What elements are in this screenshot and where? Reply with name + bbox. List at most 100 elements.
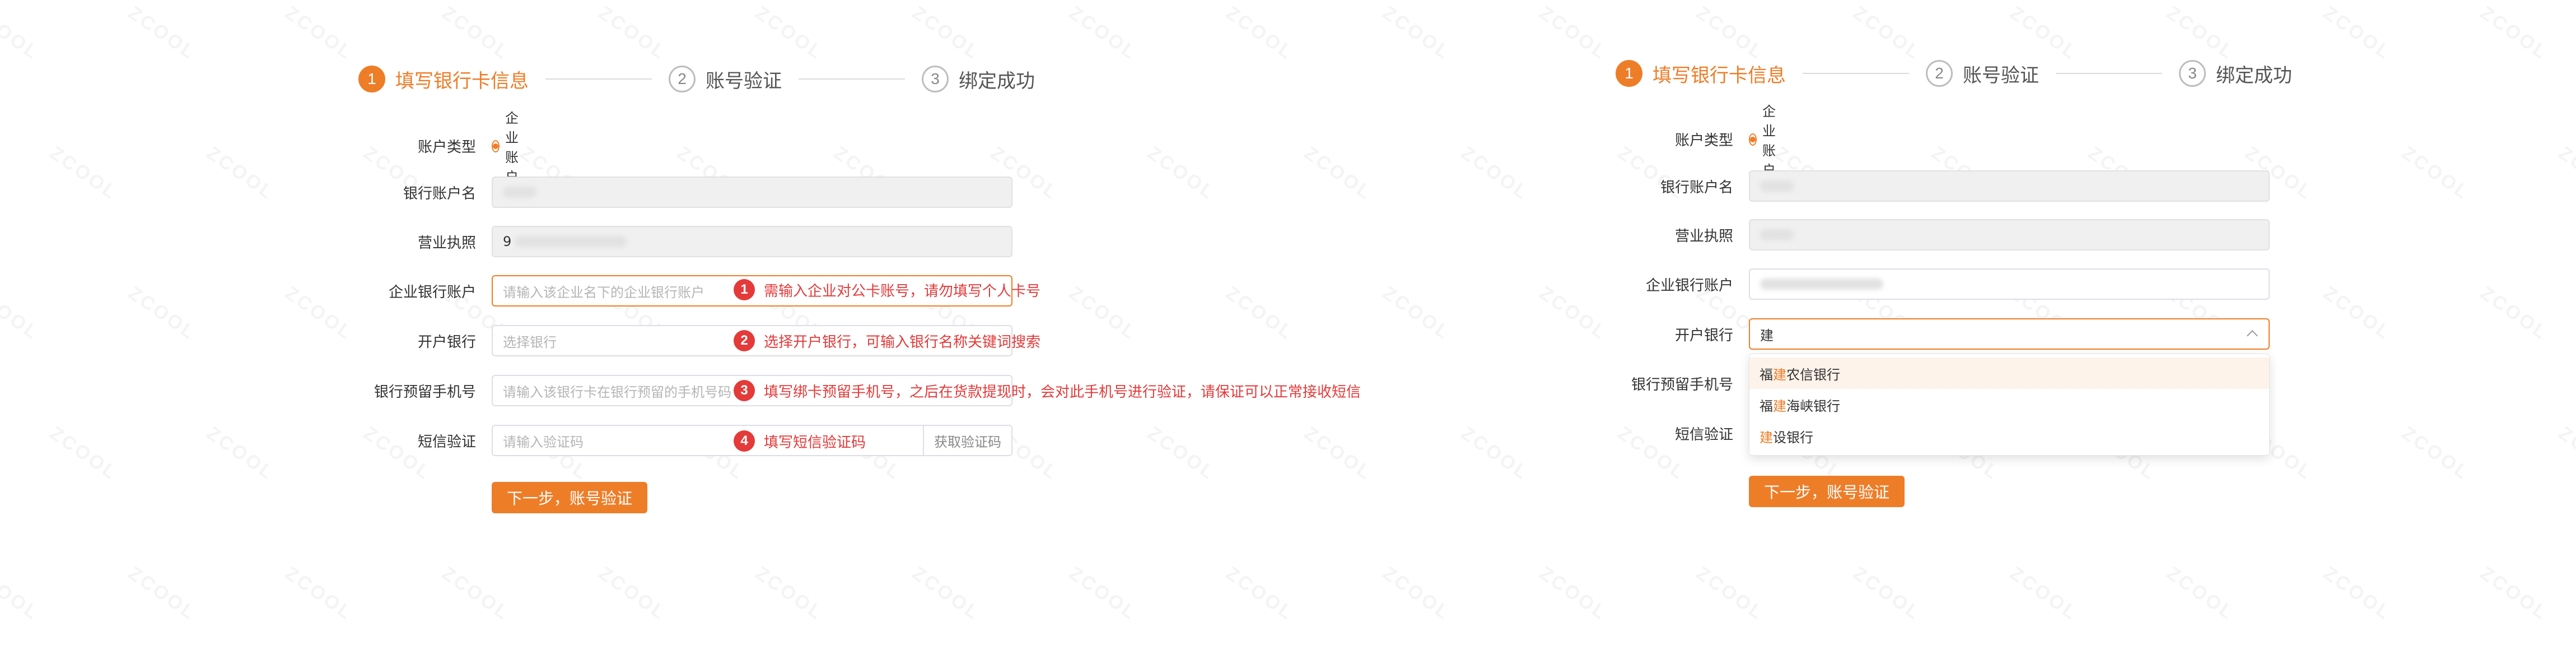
account-name-label: 银行账户名 bbox=[1660, 179, 1733, 196]
license-row: 营业执照 9 bbox=[358, 225, 1012, 258]
annotation-2: 2 选择开户银行，可输入银行名称关键词搜索 bbox=[734, 330, 1040, 351]
bank-row: 开户银行 选择银行 bbox=[358, 324, 1012, 358]
next-step-button[interactable]: 下一步，账号验证 bbox=[1749, 476, 1905, 507]
bank-row: 开户银行 建 bbox=[1616, 317, 2270, 351]
dropdown-option[interactable]: 建设银行 bbox=[1749, 420, 2269, 452]
annotation-text: 填写绑卡预留手机号，之后在货款提现时，会对此手机号进行验证，请保证可以正常接收短… bbox=[764, 383, 1361, 401]
bank-label: 开户银行 bbox=[1674, 327, 1733, 344]
left-panel-form-annotated: 1 填写银行卡信息 2 账号验证 3 绑定成功 账户类型 企业账户 银行账户名 … bbox=[358, 0, 1422, 659]
license-label: 营业执照 bbox=[417, 234, 476, 252]
watermark-text: ZCOOL bbox=[2554, 423, 2576, 485]
watermark-text: ZCOOL bbox=[281, 282, 357, 345]
account-type-radio[interactable]: 企业账户 bbox=[1749, 104, 1780, 178]
watermark-text: ZCOOL bbox=[281, 2, 357, 65]
radio-checked-icon bbox=[492, 140, 500, 152]
license-label: 营业执照 bbox=[1674, 228, 1733, 245]
step-2: 2 账号验证 bbox=[669, 66, 782, 93]
step-connector bbox=[1803, 73, 1909, 74]
bank-account-row: 企业银行账户 bbox=[1616, 267, 2270, 301]
account-name-row: 银行账户名 bbox=[1616, 169, 2270, 203]
watermark-text: ZCOOL bbox=[1535, 2, 1612, 65]
step-indicator: 1 填写银行卡信息 2 账号验证 3 绑定成功 bbox=[1616, 57, 2292, 90]
step-connector bbox=[2056, 73, 2162, 74]
account-type-label: 账户类型 bbox=[1674, 132, 1733, 149]
bank-search-select[interactable]: 建 bbox=[1749, 318, 2270, 350]
step-3: 3 绑定成功 bbox=[922, 66, 1035, 93]
sms-label: 短信验证 bbox=[417, 433, 476, 451]
option-highlight: 建 bbox=[1773, 366, 1786, 383]
chevron-up-icon[interactable] bbox=[2247, 330, 2258, 341]
annotation-1: 1 需输入企业对公卡账号，请勿填写个人卡号 bbox=[734, 279, 1040, 300]
sms-row: 短信验证 请输入验证码 获取验证码 bbox=[358, 424, 1012, 457]
option-text: 福 bbox=[1760, 366, 1773, 383]
watermark-text: ZCOOL bbox=[0, 2, 44, 65]
option-highlight: 建 bbox=[1773, 398, 1786, 414]
annotation-number: 3 bbox=[734, 380, 755, 401]
watermark-text: ZCOOL bbox=[2476, 563, 2552, 625]
annotation-number: 1 bbox=[734, 279, 755, 300]
license-input bbox=[1749, 219, 2270, 250]
step-1-number: 1 bbox=[1616, 60, 1642, 87]
blurred-value bbox=[1760, 229, 1794, 240]
license-row: 营业执照 bbox=[1616, 218, 2270, 252]
watermark-text: ZCOOL bbox=[2476, 282, 2552, 345]
watermark-text: ZCOOL bbox=[124, 2, 200, 65]
watermark-text: ZCOOL bbox=[0, 282, 44, 345]
bank-search-query: 建 bbox=[1760, 327, 1774, 344]
annotation-text: 选择开户银行，可输入银行名称关键词搜索 bbox=[764, 333, 1041, 351]
watermark-text: ZCOOL bbox=[2476, 2, 2552, 65]
right-panel-bank-search: 1 填写银行卡信息 2 账号验证 3 绑定成功 账户类型 企业账户 银行账户名 … bbox=[1616, 0, 2411, 659]
dropdown-option[interactable]: 福建农信银行 bbox=[1749, 358, 2269, 389]
bank-account-label: 企业银行账户 bbox=[1645, 277, 1733, 294]
dropdown-option[interactable]: 福建海峡银行 bbox=[1749, 389, 2269, 420]
get-code-button[interactable]: 获取验证码 bbox=[923, 426, 1011, 455]
blurred-value bbox=[1760, 180, 1794, 192]
watermark-text: ZCOOL bbox=[1535, 282, 1612, 345]
bank-account-label: 企业银行账户 bbox=[388, 284, 476, 301]
annotation-number: 2 bbox=[734, 330, 755, 351]
bank-account-input[interactable] bbox=[1749, 268, 2270, 300]
phone-row: 银行预留手机号 bbox=[1616, 366, 1733, 400]
step-1-label: 填写银行卡信息 bbox=[395, 69, 529, 92]
annotation-3: 3 填写绑卡预留手机号，之后在货款提现时，会对此手机号进行验证，请保证可以正常接… bbox=[734, 380, 1361, 401]
step-1: 1 填写银行卡信息 bbox=[1616, 60, 1786, 87]
radio-checked-icon bbox=[1749, 133, 1757, 146]
sms-label: 短信验证 bbox=[1674, 426, 1733, 443]
step-connector bbox=[545, 78, 652, 80]
sms-placeholder: 请输入验证码 bbox=[503, 434, 584, 450]
step-3: 3 绑定成功 bbox=[2179, 60, 2292, 87]
sms-row: 短信验证 bbox=[1616, 416, 1733, 450]
account-type-label: 账户类型 bbox=[417, 138, 476, 156]
watermark-text: ZCOOL bbox=[202, 142, 279, 205]
watermark-text: ZCOOL bbox=[1457, 423, 1533, 485]
account-name-label: 银行账户名 bbox=[403, 185, 476, 202]
account-name-input bbox=[1749, 170, 2270, 202]
step-1-label: 填写银行卡信息 bbox=[1653, 64, 1786, 87]
step-3-label: 绑定成功 bbox=[959, 69, 1035, 92]
bank-label: 开户银行 bbox=[417, 333, 476, 351]
step-connector bbox=[799, 78, 905, 80]
step-2-number: 2 bbox=[669, 66, 696, 92]
account-type-option: 企业账户 bbox=[1762, 104, 1776, 178]
watermark-text: ZCOOL bbox=[124, 282, 200, 345]
watermark-text: ZCOOL bbox=[124, 563, 200, 625]
step-3-number: 3 bbox=[2179, 60, 2206, 87]
blurred-value bbox=[515, 236, 627, 247]
phone-row: 银行预留手机号 请输入该银行卡在银行预留的手机号码 bbox=[358, 374, 1012, 407]
watermark-text: ZCOOL bbox=[45, 423, 122, 485]
option-text: 农信银行 bbox=[1786, 366, 1840, 383]
step-2-number: 2 bbox=[1926, 60, 1953, 87]
step-3-number: 3 bbox=[922, 66, 949, 92]
bank-account-row: 企业银行账户 请输入该企业名下的企业银行账户 bbox=[358, 274, 1012, 308]
blurred-value bbox=[503, 187, 536, 198]
next-step-button[interactable]: 下一步，账号验证 bbox=[492, 482, 647, 513]
step-indicator: 1 填写银行卡信息 2 账号验证 3 绑定成功 bbox=[358, 62, 1035, 96]
watermark-text: ZCOOL bbox=[202, 423, 279, 485]
option-text: 海峡银行 bbox=[1786, 398, 1840, 414]
step-2-label: 账号验证 bbox=[706, 69, 782, 92]
account-type-option: 企业账户 bbox=[505, 110, 519, 185]
account-type-radio[interactable]: 企业账户 bbox=[492, 110, 523, 185]
watermark-text: ZCOOL bbox=[1535, 563, 1612, 625]
annotation-text: 填写短信验证码 bbox=[764, 434, 866, 451]
watermark-text: ZCOOL bbox=[1457, 142, 1533, 205]
